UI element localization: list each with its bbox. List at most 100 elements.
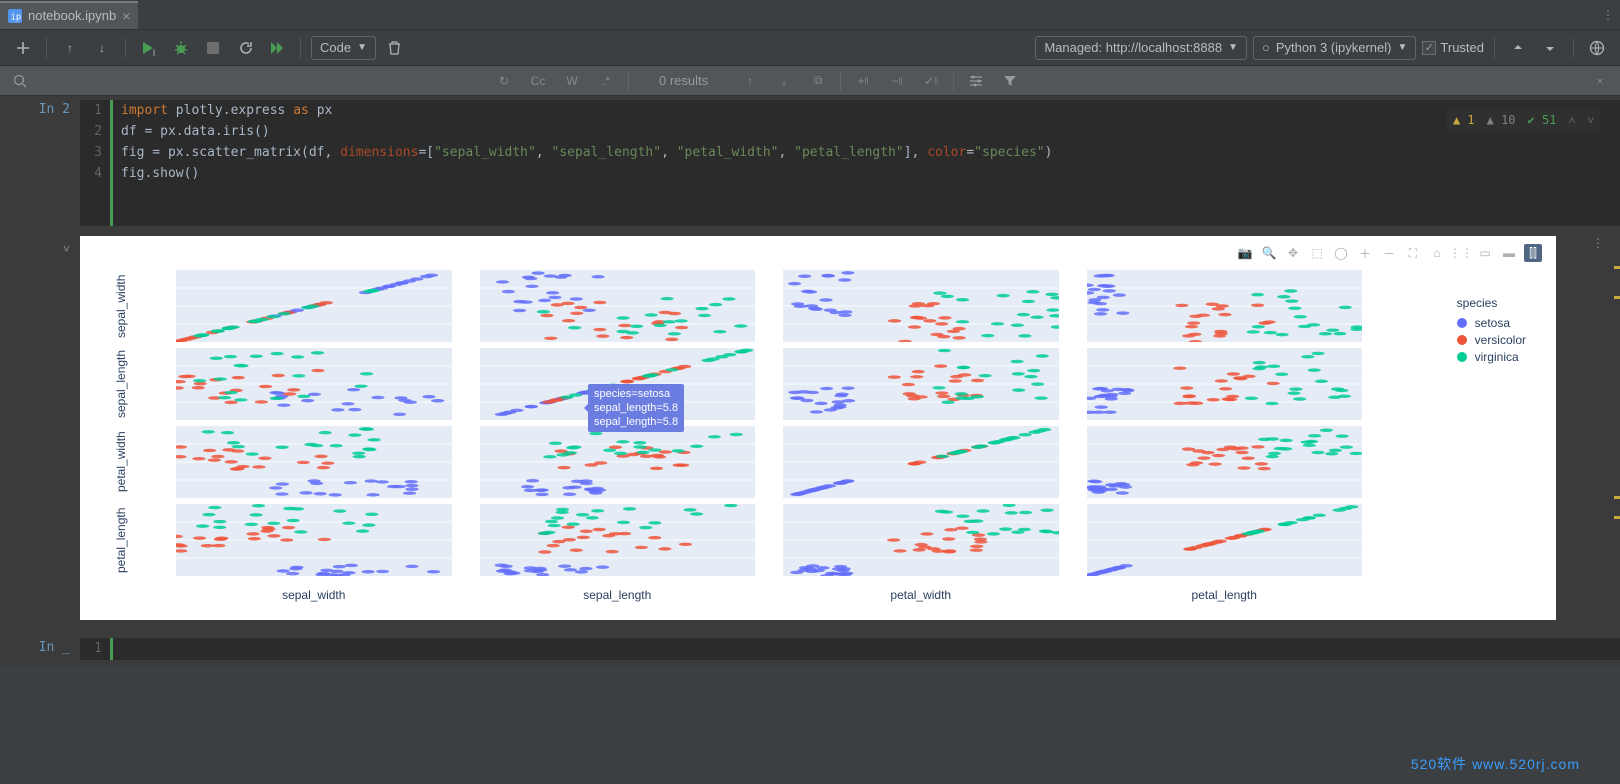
cell-prompt: In _ [0, 638, 80, 660]
filter-icon[interactable] [998, 69, 1022, 93]
zoom-out-icon[interactable]: － [1380, 244, 1398, 262]
x-axis-label: petal_width [783, 582, 1059, 606]
chart-panel[interactable]: 012 [783, 504, 1059, 576]
hover-closest-icon[interactable]: ▭ [1476, 244, 1494, 262]
chart-panel[interactable]: 642234 [176, 504, 452, 576]
add-cell-button[interactable] [10, 35, 36, 61]
spike-icon[interactable]: ⋮⋮ [1452, 244, 1470, 262]
run-cell-button[interactable]: I [136, 35, 162, 61]
match-case-button[interactable]: Cc [526, 69, 550, 93]
close-search-icon[interactable]: × [1588, 69, 1612, 93]
kernel-label: Python 3 (ipykernel) [1276, 40, 1392, 55]
editor-tab[interactable]: ip notebook.ipynb × [0, 1, 138, 29]
regex-button[interactable]: .* [594, 69, 618, 93]
prev-button[interactable] [1505, 35, 1531, 61]
server-dropdown[interactable]: Managed: http://localhost:8888 ▼ [1035, 36, 1247, 60]
line-gutter: 1 [80, 638, 110, 660]
line-gutter: 1234 [80, 100, 110, 226]
search-results: 0 results [659, 73, 708, 88]
chart-panel[interactable] [1087, 426, 1363, 498]
chart-panel[interactable] [783, 348, 1059, 420]
server-label: Managed: http://localhost:8888 [1044, 40, 1222, 55]
search-up-button[interactable]: ↑ [738, 69, 762, 93]
chevron-down-icon[interactable]: ˅ [1587, 110, 1594, 131]
words-button[interactable]: W [560, 69, 584, 93]
code-content[interactable]: import plotly.express as px df = px.data… [110, 100, 1620, 226]
chart-panel[interactable]: 8765 [176, 348, 452, 420]
run-all-button[interactable] [264, 35, 290, 61]
move-up-button[interactable]: ↑ [57, 35, 83, 61]
chart-panel[interactable]: 45678 [480, 504, 756, 576]
trusted-toggle[interactable]: ✓ Trusted [1422, 40, 1484, 55]
search-bar: ↻ Cc W .* 0 results ↑ ↓ ⧉ +|| −|| ✓|| × [0, 66, 1620, 96]
cell-prompt: In 2 [0, 100, 80, 226]
pan-icon[interactable]: ✥ [1284, 244, 1302, 262]
trusted-label: Trusted [1440, 40, 1484, 55]
plotly-output[interactable]: 📷 🔍 ✥ ⬚ ◯ ＋ － ⛶ ⌂ ⋮⋮ ▭ ▬ ⫿⫿ species seto… [80, 236, 1556, 620]
add-selection-icon[interactable]: +|| [851, 69, 875, 93]
remove-selection-icon[interactable]: −|| [885, 69, 909, 93]
zoom-in-icon[interactable]: ＋ [1356, 244, 1374, 262]
kernel-dropdown[interactable]: ○ Python 3 (ipykernel) ▼ [1253, 36, 1416, 60]
legend-item[interactable]: versicolor [1457, 333, 1526, 347]
chart-panel[interactable] [783, 426, 1059, 498]
collapse-output-button[interactable]: ˅ [0, 236, 80, 620]
chart-legend: species setosa versicolor virginica [1457, 296, 1526, 367]
debug-cell-button[interactable] [168, 35, 194, 61]
box-select-icon[interactable]: ⬚ [1308, 244, 1326, 262]
next-button[interactable] [1537, 35, 1563, 61]
x-axis-label: sepal_length [480, 582, 756, 606]
stop-button[interactable] [200, 35, 226, 61]
chart-panel[interactable] [1087, 348, 1363, 420]
close-icon[interactable]: × [122, 8, 130, 24]
code-cell[interactable]: In _ 1 [0, 632, 1620, 666]
camera-icon[interactable]: 📷 [1236, 244, 1254, 262]
lasso-icon[interactable]: ◯ [1332, 244, 1350, 262]
chart-panel[interactable]: 432 [176, 270, 452, 342]
cell-type-dropdown[interactable]: Code ▼ [311, 36, 376, 60]
y-axis-label: petal_width [94, 426, 148, 498]
chart-panel[interactable] [783, 270, 1059, 342]
error-stripe[interactable] [1610, 256, 1620, 626]
legend-title: species [1457, 296, 1526, 310]
restart-button[interactable] [232, 35, 258, 61]
search-icon[interactable] [8, 69, 32, 93]
circle-icon: ○ [1262, 40, 1270, 55]
search-input[interactable] [42, 73, 482, 88]
chevron-down-icon: ▼ [1228, 42, 1238, 53]
legend-item[interactable]: virginica [1457, 350, 1526, 364]
history-icon[interactable]: ↻ [492, 69, 516, 93]
x-axis-label: petal_length [1087, 582, 1363, 606]
zoom-icon[interactable]: 🔍 [1260, 244, 1278, 262]
reset-icon[interactable]: ⌂ [1428, 244, 1446, 262]
settings-icon[interactable] [964, 69, 988, 93]
y-axis-label: petal_length [94, 504, 148, 576]
chevron-up-icon[interactable]: ˄ [1568, 110, 1575, 131]
chart-panel[interactable] [1087, 270, 1363, 342]
kebab-icon[interactable]: ⋮ [1596, 8, 1620, 22]
kebab-icon[interactable]: ⋮ [1586, 236, 1610, 250]
tab-filename: notebook.ipynb [28, 8, 116, 23]
chart-panel[interactable] [480, 426, 756, 498]
plotly-logo-icon[interactable]: ⫿⫿ [1524, 244, 1542, 262]
search-down-button[interactable]: ↓ [772, 69, 796, 93]
plotly-modebar: 📷 🔍 ✥ ⬚ ◯ ＋ － ⛶ ⌂ ⋮⋮ ▭ ▬ ⫿⫿ [1236, 244, 1542, 262]
legend-item[interactable]: setosa [1457, 316, 1526, 330]
delete-cell-button[interactable] [382, 35, 408, 61]
hover-compare-icon[interactable]: ▬ [1500, 244, 1518, 262]
code-cell[interactable]: In 2 1234 import plotly.express as px df… [0, 96, 1620, 230]
select-in-icon[interactable]: ⧉ [806, 69, 830, 93]
move-down-button[interactable]: ↓ [89, 35, 115, 61]
checkbox-icon: ✓ [1422, 41, 1436, 55]
chart-panel[interactable]: 246 [1087, 504, 1363, 576]
chart-panel[interactable] [480, 270, 756, 342]
chart-panel[interactable]: 210 [176, 426, 452, 498]
y-axis-label: sepal_width [94, 270, 148, 342]
browser-icon[interactable] [1584, 35, 1610, 61]
y-axis-label: sepal_length [94, 348, 148, 420]
code-content[interactable] [110, 638, 1620, 660]
select-all-icon[interactable]: ✓|| [919, 69, 943, 93]
svg-text:ip: ip [11, 12, 22, 22]
autoscale-icon[interactable]: ⛶ [1404, 244, 1422, 262]
inspection-status[interactable]: ▲ 1 ▲ 10 ✔ 51 ˄ ˅ [1447, 108, 1600, 133]
